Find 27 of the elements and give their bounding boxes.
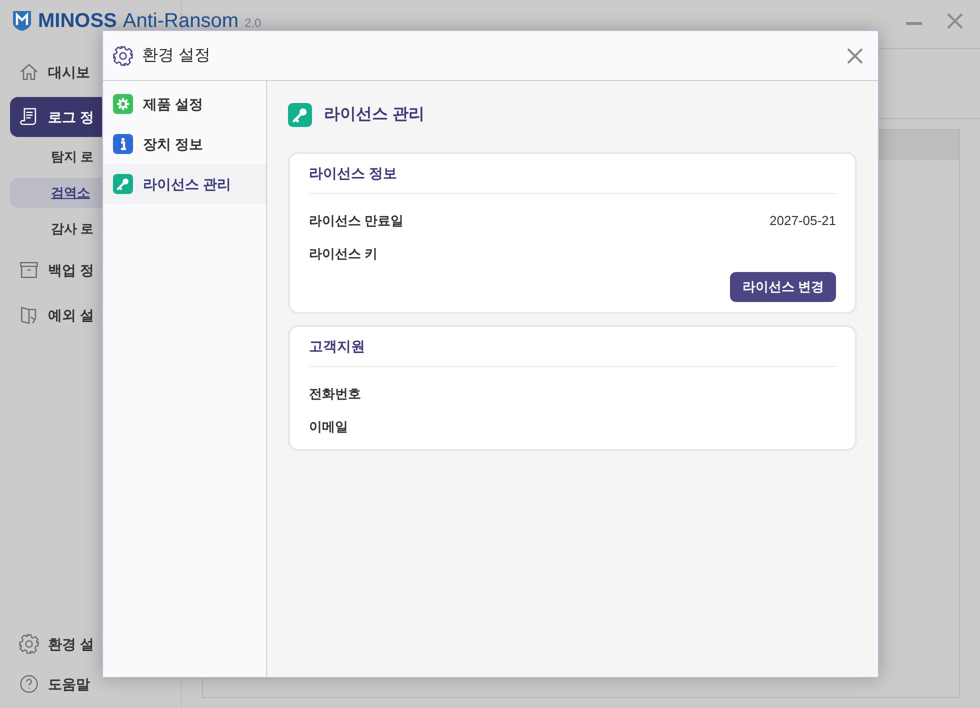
help-icon [18, 673, 40, 695]
dialog-title: 환경 설정 [142, 46, 210, 66]
key-icon [288, 103, 312, 127]
app-title: Anti-Ransom [122, 11, 239, 31]
field-label: 라이선스 만료일 [309, 212, 404, 230]
version-label: 2.0 [244, 17, 262, 29]
sidebar-item[interactable]: 백업 정 [10, 250, 171, 290]
settings-icon [112, 44, 134, 66]
sidebar-item[interactable]: 도움말 [10, 664, 171, 704]
sidebar-item[interactable]: 환경 설 [10, 624, 171, 664]
logo-text: MINOSS [38, 11, 117, 31]
field-label: 이메일 [309, 418, 348, 436]
section-title: 라이선스 관리 [324, 105, 424, 125]
sidebar-item[interactable]: 예외 설 [10, 295, 171, 335]
field-label: 라이선스 키 [309, 244, 378, 263]
settings-icon [18, 633, 40, 655]
change-license-button[interactable]: 라이선스 변경 [730, 272, 836, 302]
close-icon[interactable] [847, 48, 863, 64]
nav-item[interactable]: 라이선스 관리 [103, 164, 266, 204]
archive-box-icon [18, 259, 40, 281]
field-label: 전화번호 [309, 384, 361, 403]
shield-logo-icon [12, 10, 32, 32]
close-icon[interactable] [946, 12, 964, 30]
card-title: 라이선스 정보 [309, 154, 836, 194]
home-icon [18, 61, 40, 83]
card-title: 고객지원 [309, 327, 836, 367]
field-value: 2027-05-21 [770, 212, 836, 230]
